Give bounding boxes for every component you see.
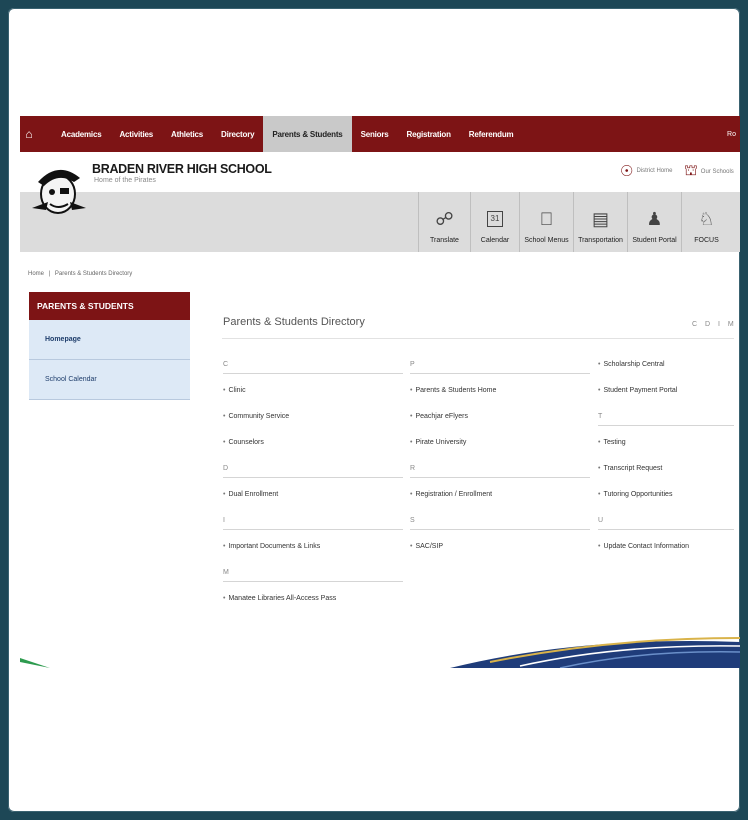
school-building-icon: ⛫ [684, 162, 698, 179]
letter-divider [410, 529, 590, 530]
directory-link[interactable]: • Pirate University [410, 439, 466, 446]
letter-divider [410, 477, 590, 478]
bullet-icon: • [223, 387, 226, 394]
letter-divider [223, 477, 403, 478]
home-icon[interactable]: ⌂ [22, 127, 36, 141]
letter-heading: D [223, 465, 229, 472]
directory-link[interactable]: • Transcript Request [598, 465, 662, 472]
nav-registration[interactable]: Registration [398, 116, 460, 152]
directory-link[interactable]: • Manatee Libraries All-Access Pass [223, 595, 336, 602]
bullet-icon: • [223, 413, 226, 420]
quick-link-student-portal[interactable]: ♟ Student Portal [627, 192, 681, 252]
letter-divider [410, 373, 590, 374]
letter-heading: U [598, 517, 604, 524]
graduate-icon: ♘ [698, 209, 715, 229]
pirate-logo-icon[interactable] [28, 158, 90, 220]
bullet-icon: • [598, 387, 601, 394]
bullet-icon: • [410, 491, 413, 498]
calendar-icon: 31 [487, 211, 503, 227]
letter-heading: P [410, 361, 415, 368]
breadcrumb-current: Parents & Students Directory [54, 271, 133, 277]
nav-athletics[interactable]: Athletics [162, 116, 212, 152]
page-title: Parents & Students Directory [223, 316, 365, 328]
nav-activities[interactable]: Activities [110, 116, 162, 152]
quick-links: ☍ Translate 31 Calendar  School Menus ▤… [418, 192, 731, 252]
quick-link-translate[interactable]: ☍ Translate [418, 192, 470, 252]
directory-link[interactable]: • Important Documents & Links [223, 543, 320, 550]
breadcrumb: Home | Parents & Students Directory [28, 271, 133, 277]
directory-link[interactable]: • Update Contact Information [598, 543, 689, 550]
letter-heading: C [223, 361, 229, 368]
bullet-icon: • [598, 543, 601, 550]
letter-heading: I [223, 517, 225, 524]
directory-link[interactable]: • Peachjar eFlyers [410, 413, 468, 420]
sidebar-item-homepage[interactable]: Homepage [29, 320, 190, 360]
bullet-icon: • [223, 491, 226, 498]
nav-directory[interactable]: Directory [212, 116, 263, 152]
nav-referendum[interactable]: Referendum [460, 116, 523, 152]
directory-link[interactable]: • Parents & Students Home [410, 387, 496, 394]
bullet-icon: • [598, 465, 601, 472]
nav-right-cutoff[interactable]: Ro [727, 131, 740, 138]
bullet-icon: • [223, 439, 226, 446]
letter-divider [223, 373, 403, 374]
directory-link[interactable]: • Counselors [223, 439, 264, 446]
bullet-icon: • [410, 413, 413, 420]
school-name[interactable]: BRADEN RIVER HIGH SCHOOL [92, 162, 272, 176]
letter-divider [598, 529, 734, 530]
directory-link[interactable]: • Dual Enrollment [223, 491, 278, 498]
bullet-icon: • [410, 439, 413, 446]
directory-link[interactable]: • Clinic [223, 387, 246, 394]
bullet-icon: • [223, 543, 226, 550]
bus-icon: ▤ [591, 209, 609, 229]
letter-divider [223, 581, 403, 582]
quick-link-calendar[interactable]: 31 Calendar [470, 192, 519, 252]
az-index[interactable]: C D I M [692, 321, 737, 328]
directory-link[interactable]: • Registration / Enrollment [410, 491, 492, 498]
our-schools-link[interactable]: ⛫ Our Schools [684, 162, 734, 181]
school-tagline: Home of the Pirates [94, 177, 156, 184]
bullet-icon: • [598, 361, 601, 368]
title-divider [222, 338, 734, 339]
sidebar-title: PARENTS & STUDENTS [29, 292, 190, 320]
letter-heading: S [410, 517, 415, 524]
directory-link[interactable]: • Testing [598, 439, 626, 446]
quick-link-focus[interactable]: ♘ FOCUS [681, 192, 731, 252]
translate-icon: ☍ [435, 209, 454, 229]
directory-link[interactable]: • Community Service [223, 413, 289, 420]
directory-link[interactable]: • Scholarship Central [598, 361, 665, 368]
bullet-icon: • [598, 491, 601, 498]
screenshot-frame: ⌂ Academics Activities Athletics Directo… [8, 8, 740, 812]
letter-heading: T [598, 413, 603, 420]
nav-academics[interactable]: Academics [52, 116, 110, 152]
letter-divider [223, 529, 403, 530]
district-home-link[interactable]: ☉ District Home [620, 162, 672, 180]
directory-link[interactable]: • Student Payment Portal [598, 387, 677, 394]
directory-link[interactable]: • SAC/SIP [410, 543, 443, 550]
bullet-icon: • [223, 595, 226, 602]
quick-link-transportation[interactable]: ▤ Transportation [573, 192, 627, 252]
site-header: BRADEN RIVER HIGH SCHOOL Home of the Pir… [20, 152, 740, 252]
nav-parents-students[interactable]: Parents & Students [263, 116, 352, 152]
nav-seniors[interactable]: Seniors [352, 116, 398, 152]
top-nav: ⌂ Academics Activities Athletics Directo… [20, 116, 740, 152]
bullet-icon: • [410, 543, 413, 550]
apple-icon:  [540, 208, 554, 230]
breadcrumb-home[interactable]: Home [28, 271, 44, 277]
decorative-swoosh [20, 637, 740, 668]
directory-link[interactable]: • Tutoring Opportunities [598, 491, 672, 498]
sidebar-item-school-calendar[interactable]: School Calendar [29, 360, 190, 400]
district-seal-icon: ☉ [620, 163, 634, 180]
quick-link-school-menus[interactable]:  School Menus [519, 192, 573, 252]
bullet-icon: • [410, 387, 413, 394]
letter-divider [598, 425, 734, 426]
letter-heading: R [410, 465, 416, 472]
bullet-icon: • [598, 439, 601, 446]
letter-heading: M [223, 569, 229, 576]
students-icon: ♟ [646, 209, 663, 229]
